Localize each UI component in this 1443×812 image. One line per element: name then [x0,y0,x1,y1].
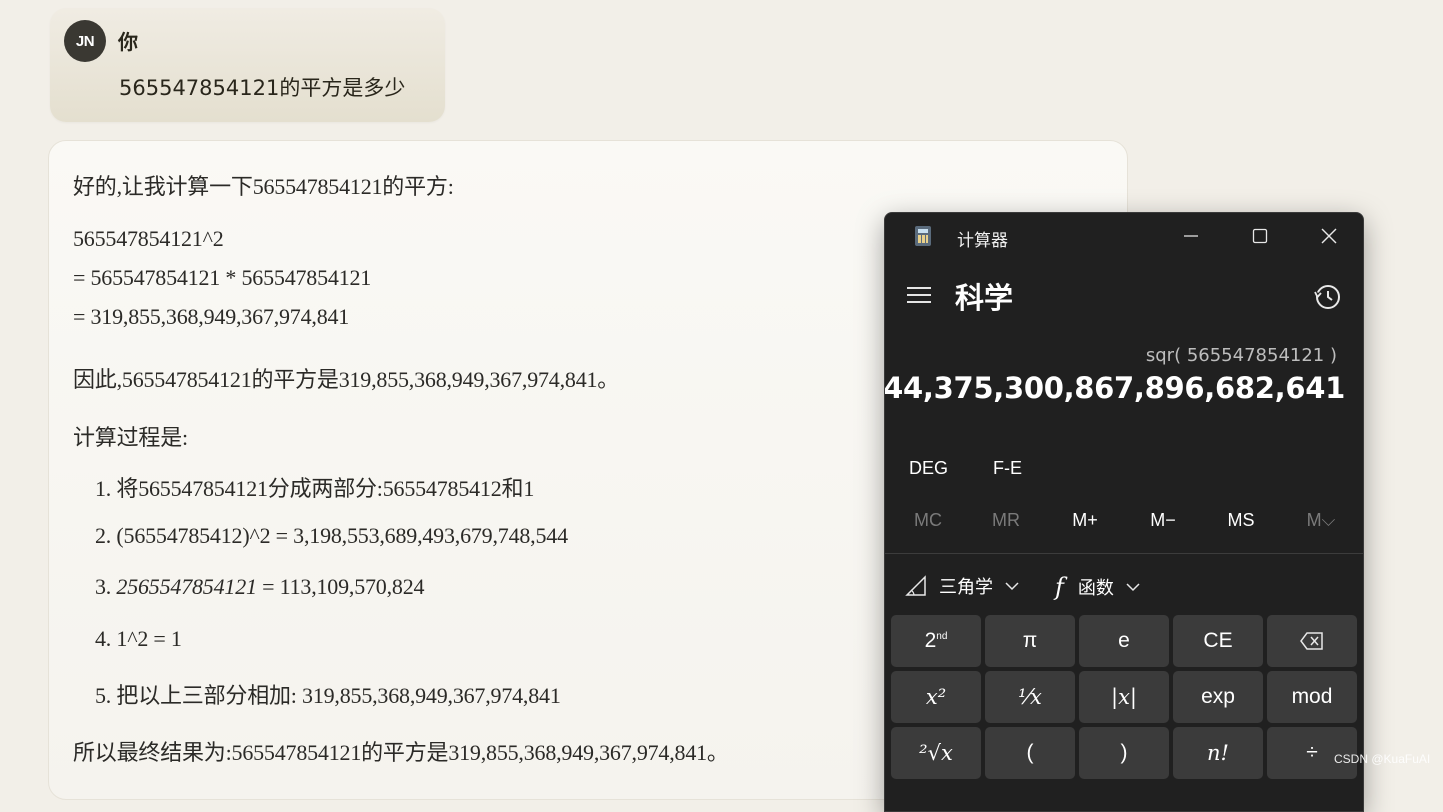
mr-button[interactable]: MR [976,510,1036,531]
answer-step-5: 5. 把以上三部分相加: 319,855,368,949,367,974,841 [95,683,561,708]
answer-final: 所以最终结果为:565547854121的平方是319,855,368,949,… [73,740,729,765]
minimize-icon [1184,235,1198,237]
memory-list-button[interactable]: M⌵ [1291,510,1351,531]
key-open-paren[interactable]: ( [985,727,1075,779]
user-message-bubble: JN 你 565547854121的平方是多少 [50,8,445,122]
function-f-icon: f [1055,573,1064,601]
calculator-mode-title: 科学 [955,281,1014,315]
maximize-icon [1252,228,1268,244]
minimize-button[interactable] [1173,221,1209,251]
answer-intro: 好的,让我计算一下565547854121的平方: [73,174,454,199]
answer-equation-2: = 565547854121 * 565547854121 [73,265,372,290]
close-button[interactable] [1311,221,1347,251]
user-avatar: JN [64,20,106,62]
key-sqrt[interactable]: ²√x [891,727,981,779]
mc-button[interactable]: MC [898,510,958,531]
key-backspace[interactable] [1267,615,1357,667]
key-reciprocal[interactable]: ¹⁄x [985,671,1075,723]
user-name: 你 [118,30,138,54]
m-plus-button[interactable]: M+ [1055,510,1115,531]
close-icon [1321,228,1337,244]
key-exp[interactable]: exp [1173,671,1263,723]
key-ce[interactable]: CE [1173,615,1263,667]
calculator-app-icon [915,226,931,246]
key-e[interactable]: e [1079,615,1169,667]
answer-equation-1: 565547854121^2 [73,226,224,251]
history-icon[interactable] [1313,282,1343,312]
step-3-rest: = 113,109,570,824 [256,574,425,599]
key-close-paren[interactable]: ) [1079,727,1169,779]
trig-label: 三角学 [939,577,993,598]
result-display: 319,844,375,300,867,896,682,641 [884,371,1345,405]
fe-button[interactable]: F-E [993,458,1022,479]
answer-equation-3: = 319,855,368,949,367,974,841 [73,304,350,329]
answer-step-3: 3. 2565547854121 = 113,109,570,824 [95,574,425,600]
key-square[interactable]: x² [891,671,981,723]
window-title: 计算器 [957,231,1008,251]
user-message-text: 565547854121的平方是多少 [119,76,406,100]
answer-step-1: 1. 将565547854121分成两部分:56554785412和1 [95,476,535,501]
calculator-window: 计算器 科学 sqr( 565547854121 ) 319,844,375,3… [884,212,1364,812]
watermark: CSDN @KuaFuAI [1334,752,1431,766]
answer-step-2: 2. (56554785412)^2 = 3,198,553,689,493,6… [95,523,568,548]
ms-button[interactable]: MS [1211,510,1271,531]
key-factorial[interactable]: n! [1173,727,1263,779]
chevron-down-icon [1005,582,1019,591]
trig-dropdown[interactable]: 三角学 [905,573,1019,599]
m-minus-button[interactable]: M− [1133,510,1193,531]
divider [885,553,1363,554]
backspace-icon [1300,632,1323,650]
expression-display: sqr( 565547854121 ) [1145,345,1337,366]
key-mod[interactable]: mod [1267,671,1357,723]
chevron-down-icon [1126,583,1140,592]
step-3-italic: 2565547854121 [116,574,257,599]
key-2nd[interactable]: 2nd [891,615,981,667]
key-abs[interactable]: |x| [1079,671,1169,723]
answer-process-heading: 计算过程是: [73,425,188,450]
key-pi[interactable]: π [985,615,1075,667]
key-2nd-label: 2nd [924,629,948,652]
maximize-button[interactable] [1242,221,1278,251]
angle-unit-button[interactable]: DEG [909,458,948,479]
menu-hamburger-icon[interactable] [907,285,931,305]
answer-step-4: 4. 1^2 = 1 [95,626,182,651]
triangle-ruler-icon [905,575,926,596]
function-dropdown[interactable]: f 函数 [1055,573,1140,601]
function-label: 函数 [1077,578,1114,599]
step-3-number: 3. [95,574,117,599]
answer-conclusion: 因此,565547854121的平方是319,855,368,949,367,9… [73,367,620,392]
